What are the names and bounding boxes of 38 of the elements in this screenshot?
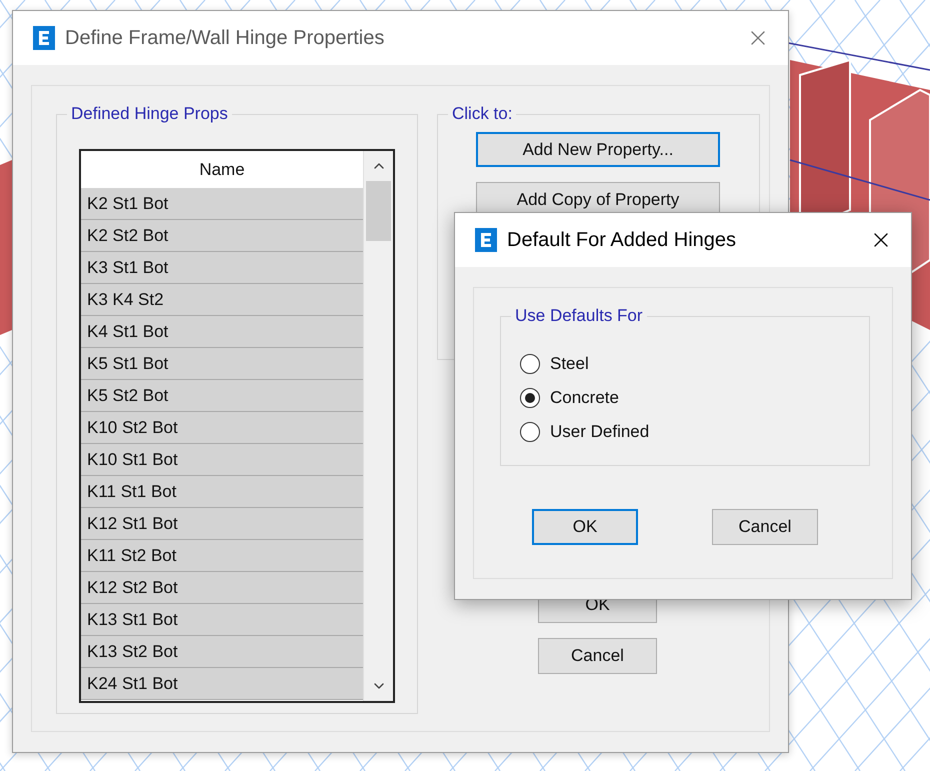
radio-button[interactable] [520,422,540,442]
radio-option[interactable]: Steel [520,354,650,374]
radio-button[interactable] [520,354,540,374]
list-row[interactable]: K2 St1 Bot [81,188,363,220]
scroll-thumb[interactable] [366,181,391,241]
list-row[interactable]: K4 St1 Bot [81,316,363,348]
group-label: Defined Hinge Props [70,104,229,124]
list-row[interactable]: K5 St1 Bot [81,348,363,380]
radio-label: Steel [550,354,589,374]
dialog-button[interactable]: Cancel [538,638,657,674]
dialog-button[interactable]: Cancel [712,509,818,545]
window-title: Define Frame/Wall Hinge Properties [65,26,386,50]
list-row[interactable]: K11 St1 Bot [81,476,363,508]
list-row[interactable]: K13 St2 Bot [81,636,363,668]
radio-label: Concrete [550,388,619,408]
list-row[interactable]: K3 K4 St2 [81,284,363,316]
radio-option[interactable]: User Defined [520,422,650,442]
list-row[interactable]: K10 St2 Bot [81,412,363,444]
dialog-button[interactable]: OK [532,509,638,545]
list-row[interactable]: K5 St2 Bot [81,380,363,412]
list-row[interactable]: K12 St2 Bot [81,572,363,604]
list-row[interactable]: K3 St1 Bot [81,252,363,284]
scrollbar[interactable] [363,151,393,701]
list-row[interactable]: K10 St1 Bot [81,444,363,476]
radio-label: User Defined [550,422,650,442]
group-label: Click to: [451,104,514,124]
list-row[interactable]: K2 St2 Bot [81,220,363,252]
dialog-title: Default For Added Hinges [507,228,738,252]
action-button[interactable]: Add New Property... [476,132,720,167]
list-row[interactable]: K11 St2 Bot [81,540,363,572]
app-icon [33,26,55,50]
radio-button[interactable] [520,388,540,408]
group-label: Use Defaults For [514,306,644,326]
list-row[interactable]: K12 St1 Bot [81,508,363,540]
radio-option[interactable]: Concrete [520,388,650,408]
list-row[interactable]: K24 St1 Bot [81,668,363,700]
app-icon [475,228,497,252]
list-row[interactable]: K13 St1 Bot [81,604,363,636]
